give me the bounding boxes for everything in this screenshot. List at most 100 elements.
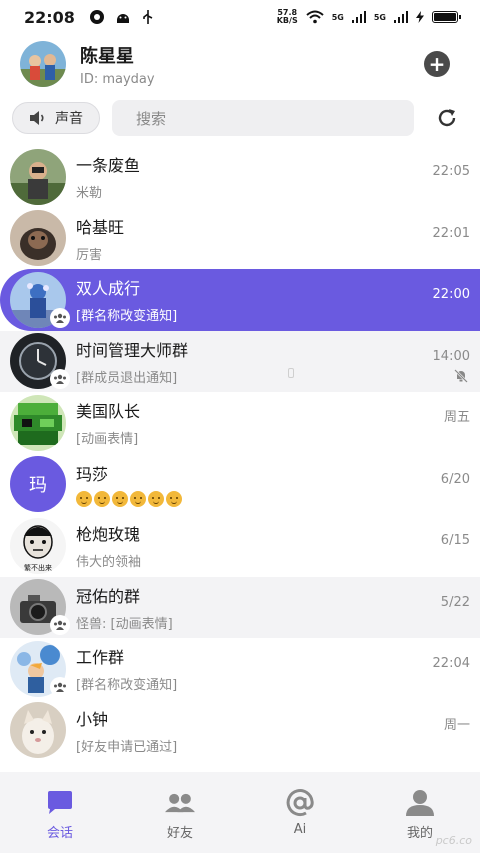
avatar-caption: 繁不出来 xyxy=(24,563,52,572)
group-icon xyxy=(54,313,66,323)
signal-2-icon xyxy=(394,11,408,23)
search-placeholder: 搜索 xyxy=(136,109,167,128)
emoji-icon xyxy=(76,491,92,508)
conversation-item[interactable]: 繁不出来 枪炮玫瑰 伟大的领袖 6/15 xyxy=(0,515,480,577)
conversation-preview: [群名称改变通知] xyxy=(76,678,178,694)
friends-icon xyxy=(165,793,195,813)
contact-avatar xyxy=(10,210,66,267)
emoji-icon xyxy=(112,491,128,508)
conversation-title: 玛莎 xyxy=(76,465,109,485)
conversation-time: 14:00 xyxy=(432,348,470,364)
bottom-navigation: 会话 好友 Ai 我的 pc6.co xyxy=(0,772,480,853)
letter-avatar: 玛 xyxy=(10,456,66,513)
group-badge xyxy=(50,676,70,697)
tab-label: 我的 xyxy=(406,826,433,841)
conversation-time: 22:00 xyxy=(432,287,470,302)
conversation-item[interactable]: 哈基旺 厉害 22:01 xyxy=(0,208,480,270)
group-badge xyxy=(50,615,70,636)
conversation-title: 双人成行 xyxy=(76,279,141,299)
watermark: pc6.co xyxy=(435,834,472,847)
conversation-preview: [群成员退出通知] xyxy=(76,370,178,386)
profile-id: ID: mayday xyxy=(80,71,155,87)
profile-text: 陈星星 ID: mayday xyxy=(80,42,155,87)
group-badge xyxy=(50,369,70,390)
emoji-icon xyxy=(94,491,110,508)
android-debug-icon xyxy=(116,14,129,23)
conversation-title: 哈基旺 xyxy=(76,217,125,237)
profile-header: 陈星星 ID: mayday + xyxy=(0,36,480,92)
conversation-preview: 米勒 xyxy=(76,186,103,202)
conversation-title: 一条废鱼 xyxy=(76,156,141,176)
conversation-time: 周五 xyxy=(443,410,470,425)
conversation-item[interactable]: 工作群 [群名称改变通知] 22:04 xyxy=(0,638,480,700)
search-input[interactable]: 搜索 xyxy=(112,100,414,136)
at-sign-icon xyxy=(286,789,314,817)
conversation-item-selected[interactable]: 双人成行 [群名称改变通知] 22:00 xyxy=(0,269,480,331)
profile-name: 陈星星 xyxy=(80,45,134,67)
conversation-title: 枪炮玫瑰 xyxy=(76,525,141,545)
scroll-indicator xyxy=(288,368,294,378)
signal-1-icon xyxy=(351,11,366,23)
group-icon xyxy=(54,375,66,385)
conversation-item[interactable]: 冠佑的群 怪兽: [动画表情] 5/22 xyxy=(0,576,480,638)
group-badge xyxy=(50,307,70,328)
conversation-title: 冠佑的群 xyxy=(76,586,141,606)
speaker-icon xyxy=(30,111,44,125)
battery-icon xyxy=(432,11,461,23)
emoji-icon xyxy=(166,491,182,508)
conversation-item[interactable]: 玛 玛莎 6/20 xyxy=(0,454,480,516)
tab-conversations[interactable]: 会话 xyxy=(0,772,120,853)
net-speed: 57.8 KB/S xyxy=(276,8,298,25)
conversation-list: 一条废鱼 米勒 22:05 哈基旺 厉害 22:01 双人成行 [群名称改变通知… xyxy=(0,146,480,772)
person-icon xyxy=(406,790,434,816)
conversation-preview: 怪兽: [动画表情] xyxy=(76,616,173,632)
refresh-button[interactable] xyxy=(434,105,460,131)
status-notification-icons xyxy=(89,9,155,25)
conversation-title: 小钟 xyxy=(76,709,109,729)
conversation-preview: [群名称改变通知] xyxy=(76,309,178,325)
add-button[interactable]: + xyxy=(424,51,450,77)
contact-avatar xyxy=(10,148,66,205)
status-time: 22:08 xyxy=(24,7,75,27)
conversation-preview: 厉害 xyxy=(76,247,103,263)
app-screen: 22:08 57.8 KB/S 5G 5G 陈星星 ID: mayday + 声… xyxy=(0,0,480,853)
tab-ai[interactable]: Ai xyxy=(240,772,360,853)
contact-avatar xyxy=(10,702,66,759)
chat-bubble-icon xyxy=(48,791,72,814)
conversation-time: 22:05 xyxy=(432,164,470,179)
conversation-time: 6/15 xyxy=(440,533,470,548)
status-bar: 22:08 57.8 KB/S 5G 5G xyxy=(0,0,480,34)
plus-icon: + xyxy=(428,52,446,76)
contact-avatar xyxy=(10,394,66,451)
tab-label: 会话 xyxy=(46,826,73,841)
conversation-item[interactable]: 美国队长 [动画表情] 周五 xyxy=(0,392,480,454)
conversation-preview: [动画表情] xyxy=(76,432,139,448)
conversation-title: 美国队长 xyxy=(76,402,141,422)
conversation-item[interactable]: 小钟 [好友申请已通过] 周一 xyxy=(0,700,480,762)
usb-icon xyxy=(143,10,153,24)
wifi-icon xyxy=(306,10,324,24)
sound-label: 声音 xyxy=(55,111,83,127)
conversation-title: 时间管理大师群 xyxy=(76,340,189,360)
conversation-time: 22:01 xyxy=(432,225,470,241)
conversation-time: 22:04 xyxy=(432,656,470,671)
group-icon xyxy=(54,682,66,692)
emoji-preview xyxy=(76,491,470,508)
emoji-icon xyxy=(148,491,164,508)
status-system-icons: 57.8 KB/S 5G 5G xyxy=(276,8,461,25)
group-icon xyxy=(54,621,66,631)
tab-friends[interactable]: 好友 xyxy=(120,772,240,853)
tab-label: 好友 xyxy=(166,826,193,841)
sound-toggle-button[interactable]: 声音 xyxy=(12,102,100,134)
refresh-icon xyxy=(438,109,456,127)
conversation-title: 工作群 xyxy=(76,648,125,668)
mute-bell-icon xyxy=(454,368,468,383)
conversation-time: 5/22 xyxy=(440,594,470,610)
conversation-preview: [好友申请已通过] xyxy=(76,739,178,755)
charging-icon xyxy=(416,11,424,23)
conversation-item[interactable]: 时间管理大师群 [群成员退出通知] 14:00 xyxy=(0,330,480,392)
notification-app-icon xyxy=(89,10,104,24)
tab-label: Ai xyxy=(293,822,307,837)
my-avatar[interactable] xyxy=(20,41,66,87)
conversation-item[interactable]: 一条废鱼 米勒 22:05 xyxy=(0,146,480,208)
